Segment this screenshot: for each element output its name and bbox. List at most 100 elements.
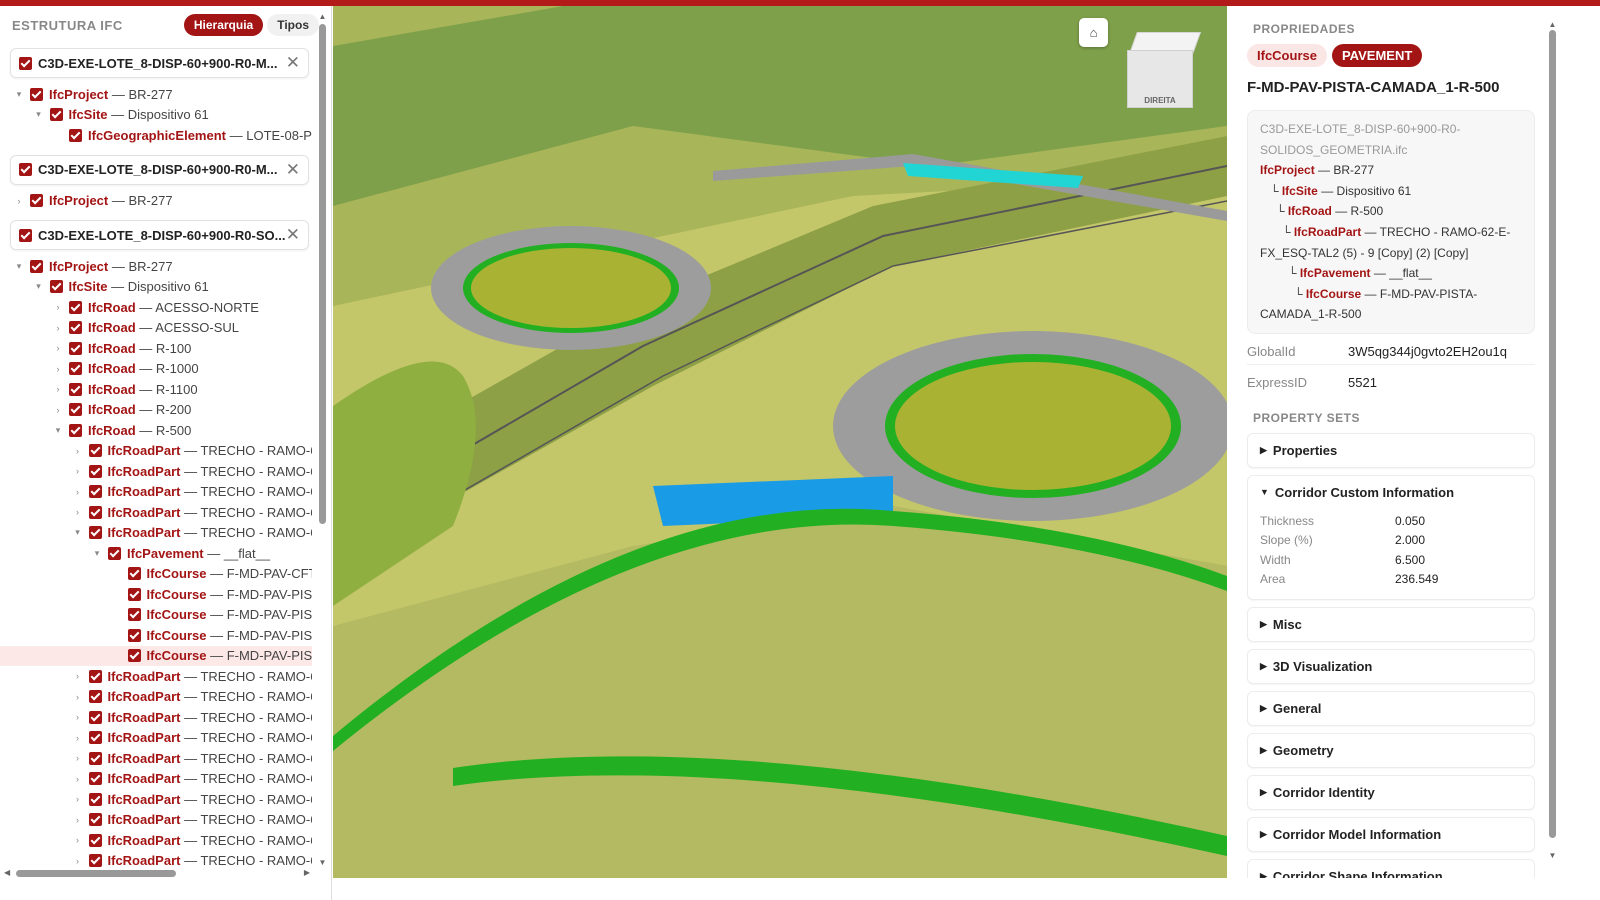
property-set-header[interactable]: ▼ Corridor Custom Information xyxy=(1248,476,1534,509)
expand-icon[interactable]: › xyxy=(73,507,83,517)
tree-node[interactable]: › IfcRoadPart — TRECHO - RAMO-62-I xyxy=(0,810,312,831)
tree-node[interactable]: › IfcRoadPart — TRECHO - RAMO-62-I xyxy=(0,789,312,810)
tree-node[interactable]: › IfcRoad — ACESSO-NORTE xyxy=(0,297,312,318)
scroll-left-icon[interactable]: ◀ xyxy=(4,868,10,877)
scroll-down-icon[interactable]: ▼ xyxy=(318,858,327,867)
checkbox[interactable] xyxy=(127,608,141,622)
expand-icon[interactable]: › xyxy=(53,364,63,374)
property-set-header[interactable]: ▶ General xyxy=(1248,692,1534,725)
expand-icon[interactable]: › xyxy=(73,856,83,866)
property-set-header[interactable]: ▶ Corridor Model Information xyxy=(1248,818,1534,851)
checkbox[interactable] xyxy=(88,526,102,540)
tree-node[interactable]: › IfcRoadPart — TRECHO - RAMO-62-I xyxy=(0,441,312,462)
expand-icon[interactable]: ▾ xyxy=(34,109,44,120)
tree-node[interactable]: › IfcRoadPart — TRECHO - RAMO-62-I xyxy=(0,687,312,708)
expand-icon[interactable]: › xyxy=(73,487,83,497)
expand-icon[interactable]: › xyxy=(73,671,83,681)
expand-icon[interactable]: › xyxy=(73,446,83,456)
checkbox[interactable] xyxy=(30,194,43,208)
checkbox[interactable] xyxy=(127,587,141,601)
checkbox[interactable] xyxy=(127,567,141,581)
tree-node[interactable]: ▾ IfcProject — BR-277 xyxy=(0,84,312,105)
tree-horizontal-scrollbar[interactable]: ◀ ▶ xyxy=(4,868,310,878)
checkbox[interactable] xyxy=(88,444,102,458)
tree-node[interactable]: ▾ IfcProject — BR-277 xyxy=(0,256,312,277)
home-view-button[interactable]: ⌂ xyxy=(1079,18,1108,47)
checkbox[interactable] xyxy=(127,649,141,663)
expand-icon[interactable]: › xyxy=(73,815,83,825)
scroll-right-icon[interactable]: ▶ xyxy=(304,868,310,877)
close-icon[interactable]: ✕ xyxy=(286,53,300,73)
tree-node[interactable]: › IfcRoadPart — TRECHO - RAMO-62-I xyxy=(0,461,312,482)
checkbox[interactable] xyxy=(69,321,82,335)
expand-icon[interactable]: ▾ xyxy=(14,261,24,272)
checkbox[interactable] xyxy=(88,833,102,847)
expand-icon[interactable]: › xyxy=(53,384,63,394)
tree-node[interactable]: › IfcRoadPart — TRECHO - RAMO-62-I xyxy=(0,666,312,687)
tree-node[interactable]: › IfcRoadPart — TRECHO - RAMO-62-I xyxy=(0,830,312,851)
checkbox[interactable] xyxy=(69,362,82,376)
checkbox[interactable] xyxy=(88,731,102,745)
expand-icon[interactable]: › xyxy=(73,774,83,784)
expand-icon[interactable]: › xyxy=(73,733,83,743)
expand-icon[interactable]: ▾ xyxy=(53,425,63,436)
3d-model-render[interactable] xyxy=(333,6,1227,878)
scroll-down-icon[interactable]: ▼ xyxy=(1548,851,1557,860)
checkbox[interactable] xyxy=(69,128,82,142)
expand-icon[interactable]: ▾ xyxy=(14,89,24,100)
checkbox[interactable] xyxy=(88,690,102,704)
checkbox[interactable] xyxy=(88,813,102,827)
expand-icon[interactable]: › xyxy=(53,323,63,333)
checkbox[interactable] xyxy=(88,669,102,683)
checkbox[interactable] xyxy=(88,710,102,724)
property-set-header[interactable]: ▶ Properties xyxy=(1248,434,1534,467)
navcube-face-right[interactable]: DIREITA xyxy=(1127,50,1193,108)
checkbox[interactable] xyxy=(49,108,63,122)
expand-icon[interactable]: › xyxy=(73,794,83,804)
tree-node[interactable]: › IfcRoadPart — TRECHO - RAMO-62-I xyxy=(0,728,312,749)
expand-icon[interactable]: › xyxy=(73,712,83,722)
tree-node[interactable]: ▾ IfcSite — Dispositivo 61 xyxy=(0,277,312,298)
file-card[interactable]: C3D-EXE-LOTE_8-DISP-60+900-R0-M... ✕ xyxy=(10,48,309,78)
checkbox[interactable] xyxy=(19,163,32,176)
properties-scrollbar[interactable]: ▲ ▼ xyxy=(1548,20,1557,860)
checkbox[interactable] xyxy=(69,300,82,314)
tree-node[interactable]: IfcCourse — F-MD-PAV-PISTA xyxy=(0,645,312,666)
checkbox[interactable] xyxy=(88,772,102,786)
tree-node[interactable]: › IfcRoad — R-1000 xyxy=(0,359,312,380)
property-set-header[interactable]: ▶ Geometry xyxy=(1248,734,1534,767)
expand-icon[interactable]: › xyxy=(73,835,83,845)
tree-scroll-thumb[interactable] xyxy=(319,24,326,524)
tree-node[interactable]: ▾ IfcSite — Dispositivo 61 xyxy=(0,105,312,126)
navigation-cube[interactable]: DIREITA xyxy=(1127,30,1202,110)
file-card[interactable]: C3D-EXE-LOTE_8-DISP-60+900-R0-SO... ✕ xyxy=(10,220,309,250)
checkbox[interactable] xyxy=(49,280,63,294)
property-set-header[interactable]: ▶ 3D Visualization xyxy=(1248,650,1534,683)
checkbox[interactable] xyxy=(88,485,102,499)
tree-node[interactable]: › IfcRoad — R-200 xyxy=(0,400,312,421)
tree-node[interactable]: IfcCourse — F-MD-PAV-PISTA xyxy=(0,625,312,646)
checkbox[interactable] xyxy=(19,56,32,70)
tree-node[interactable]: IfcGeographicElement — LOTE-08-PLAN xyxy=(0,125,312,146)
tree-node[interactable]: › IfcRoadPart — TRECHO - RAMO-62-I xyxy=(0,502,312,523)
tree-node[interactable]: ▾ IfcRoad — R-500 xyxy=(0,420,312,441)
checkbox[interactable] xyxy=(69,403,82,417)
tree-node[interactable]: ▾ IfcRoadPart — TRECHO - RAMO-62-I xyxy=(0,523,312,544)
tree-node[interactable]: › IfcRoad — R-1100 xyxy=(0,379,312,400)
hierarchy-toggle[interactable]: Hierarquia xyxy=(183,14,264,36)
checkbox[interactable] xyxy=(88,792,102,806)
property-set-header[interactable]: ▶ Corridor Shape Information xyxy=(1248,860,1534,878)
checkbox[interactable] xyxy=(69,423,82,437)
file-card[interactable]: C3D-EXE-LOTE_8-DISP-60+900-R0-M... ✕ xyxy=(10,154,309,185)
close-icon[interactable]: ✕ xyxy=(286,160,300,180)
property-set-header[interactable]: ▶ Misc xyxy=(1248,608,1534,641)
checkbox[interactable] xyxy=(127,628,141,642)
expand-icon[interactable]: › xyxy=(53,302,63,312)
tree-node[interactable]: › IfcRoad — R-100 xyxy=(0,338,312,359)
checkbox[interactable] xyxy=(88,464,102,478)
tree-node[interactable]: › IfcRoadPart — TRECHO - RAMO-62-I xyxy=(0,769,312,790)
tree-node[interactable]: › IfcProject — BR-277 xyxy=(0,191,312,212)
expand-icon[interactable]: › xyxy=(73,753,83,763)
checkbox[interactable] xyxy=(88,751,102,765)
tree-node[interactable]: IfcCourse — F-MD-PAV-PISTA xyxy=(0,584,312,605)
